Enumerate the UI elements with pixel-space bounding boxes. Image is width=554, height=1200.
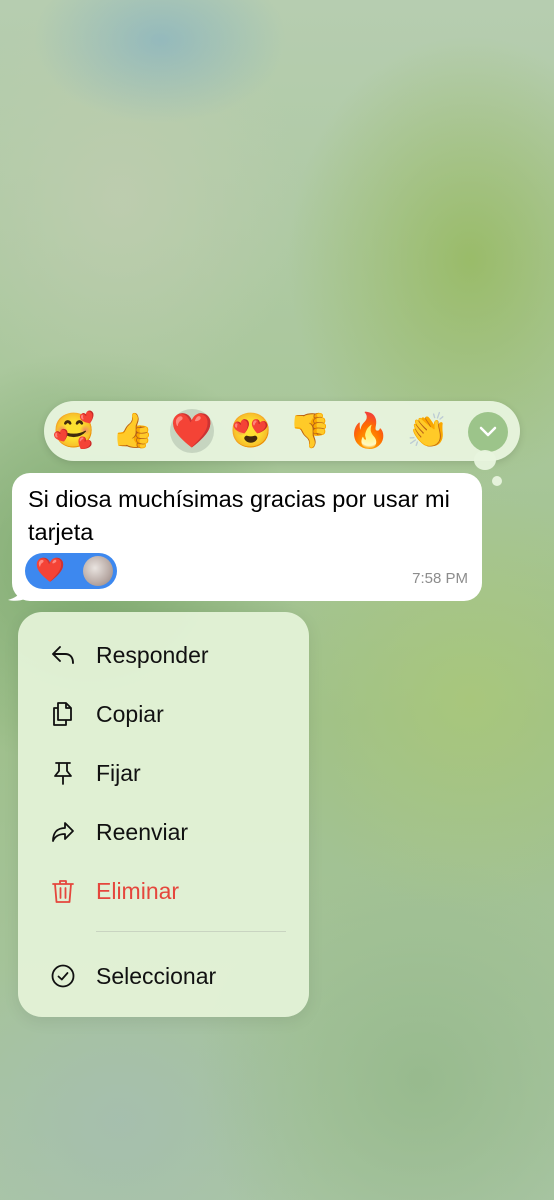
reaction-heart: ❤️: [35, 557, 65, 584]
thought-bubble-dot: [474, 450, 496, 470]
message-timestamp: 7:58 PM: [412, 570, 468, 587]
reaction-option-thumbs-up[interactable]: 👍: [111, 409, 155, 453]
menu-item-responder[interactable]: Responder: [18, 629, 309, 681]
copy-icon: [53, 702, 72, 726]
menu-item-label: Eliminar: [96, 878, 180, 904]
reaction-option-heart[interactable]: ❤️: [170, 409, 214, 453]
reaction-option-heart-eyes[interactable]: 😍: [229, 409, 273, 453]
context-menu: Responder Copiar Fijar Reenviar Eliminar: [18, 612, 309, 1017]
reaction-option-clap[interactable]: 👏: [406, 409, 450, 453]
menu-item-label: Reenviar: [96, 819, 189, 845]
menu-item-label: Seleccionar: [96, 963, 217, 989]
thought-bubble-dot: [492, 476, 502, 486]
message-bubble[interactable]: Si diosa muchísimas gracias por usar mi …: [12, 473, 482, 601]
check-circle-icon: [51, 964, 75, 988]
reply-icon: [52, 646, 74, 664]
menu-item-label: Responder: [96, 642, 209, 668]
chevron-down-icon: [479, 426, 497, 437]
trash-icon: [52, 880, 74, 903]
menu-item-eliminar[interactable]: Eliminar: [18, 865, 309, 917]
reaction-option-smiling-hearts[interactable]: 🥰: [52, 409, 96, 453]
menu-divider: [96, 931, 286, 932]
forward-icon: [52, 822, 74, 842]
message-text: Si diosa muchísimas gracias por usar mi …: [28, 486, 450, 545]
menu-item-seleccionar[interactable]: Seleccionar: [18, 950, 309, 1002]
reaction-picker: 🥰 👍 ❤️ 😍 👎 🔥 👏: [44, 401, 520, 461]
menu-item-label: Fijar: [96, 760, 141, 786]
pin-icon: [54, 762, 72, 785]
menu-item-copiar[interactable]: Copiar: [18, 688, 309, 740]
menu-item-reenviar[interactable]: Reenviar: [18, 806, 309, 858]
menu-item-fijar[interactable]: Fijar: [18, 747, 309, 799]
expand-reactions-button[interactable]: [468, 412, 508, 452]
menu-item-label: Copiar: [96, 701, 164, 727]
reaction-option-thumbs-down[interactable]: 👎: [288, 409, 332, 453]
message-reaction[interactable]: ❤️: [25, 553, 117, 589]
reaction-option-fire[interactable]: 🔥: [347, 409, 391, 453]
avatar: [83, 556, 113, 586]
